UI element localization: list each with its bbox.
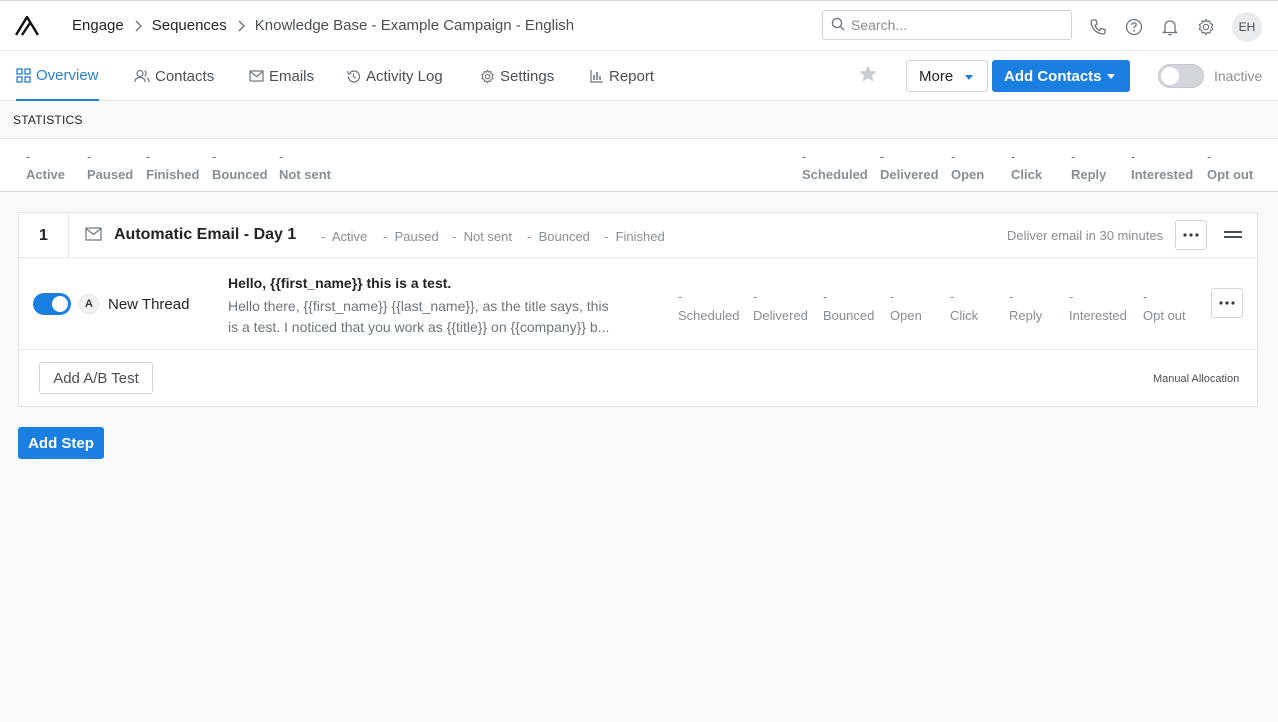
variant-stat-delivered: - Delivered xyxy=(753,289,808,323)
users-icon xyxy=(134,69,150,83)
sequence-step-card: 1 Automatic Email - Day 1 - Active - Pau… xyxy=(18,212,1258,407)
step-stat-finished: - Finished xyxy=(604,229,665,244)
breadcrumb: Engage Sequences Knowledge Base - Exampl… xyxy=(72,17,574,34)
breadcrumb-current: Knowledge Base - Example Campaign - Engl… xyxy=(254,17,575,34)
stat-interested: - Interested xyxy=(1131,149,1194,182)
tab-report[interactable]: Report xyxy=(590,51,654,101)
breadcrumb-engage[interactable]: Engage xyxy=(72,17,124,34)
variant-letter-badge: A xyxy=(79,294,99,314)
more-horizontal-icon xyxy=(1183,233,1199,237)
variant-stat-reply: - Reply xyxy=(1009,289,1043,323)
add-contacts-label: Add Contacts xyxy=(1004,67,1102,85)
statistics-summary: - Active - Paused - Finished - Bounced - Not … xyxy=(0,139,1278,192)
variant-stat-scheduled: - Scheduled xyxy=(678,289,740,323)
app-logo-icon[interactable] xyxy=(14,14,40,36)
delivery-schedule: Deliver email in 30 minutes xyxy=(1007,228,1164,243)
stat-delivered: - Delivered xyxy=(880,149,939,182)
tab-emails[interactable]: Emails xyxy=(249,51,314,101)
stat-finished: - Finished xyxy=(146,149,200,182)
add-contacts-button[interactable]: Add Contacts xyxy=(992,60,1130,92)
tab-label: Report xyxy=(609,67,655,85)
tab-label: Settings xyxy=(500,67,555,85)
variant-options-button[interactable] xyxy=(1211,288,1243,318)
chevron-right-icon xyxy=(134,20,142,32)
body-line: is a test. I noticed that you work as {{… xyxy=(228,319,610,335)
more-label: More xyxy=(919,67,954,85)
tab-overview[interactable]: Overview xyxy=(16,51,99,101)
tab-label: Overview xyxy=(36,66,99,84)
stat-active: - Active xyxy=(26,149,66,182)
variant-row: A New Thread Hello, {{first_name}} this … xyxy=(19,259,1257,350)
toggle-knob xyxy=(52,296,68,312)
sequence-active-toggle[interactable] xyxy=(1158,64,1204,88)
step-options-button[interactable] xyxy=(1175,220,1207,250)
tab-label: Emails xyxy=(269,67,315,85)
grid-icon xyxy=(16,67,31,83)
caret-down-icon xyxy=(965,75,973,80)
stat-opt-out: - Opt out xyxy=(1207,149,1254,182)
statistics-header: STATISTICS xyxy=(0,101,1278,139)
bar-chart-icon xyxy=(590,70,603,83)
step-number: 1 xyxy=(19,213,69,258)
tab-label: Activity Log xyxy=(366,67,443,85)
more-dropdown-button[interactable]: More xyxy=(906,60,988,92)
drag-handle-icon[interactable] xyxy=(1224,231,1242,239)
stat-scheduled: - Scheduled xyxy=(802,149,868,182)
step-title: Automatic Email - Day 1 xyxy=(114,226,297,243)
step-stat-not-sent: - Not sent xyxy=(452,229,512,244)
step-stat-active: - Active xyxy=(321,229,368,244)
stat-click: - Click xyxy=(1011,149,1043,182)
variant-stat-bounced: - Bounced xyxy=(823,289,875,323)
add-step-button[interactable]: Add Step xyxy=(18,427,104,459)
phone-icon[interactable] xyxy=(1088,17,1108,37)
mail-icon xyxy=(85,227,102,244)
thread-type: New Thread xyxy=(108,296,190,313)
step-stat-paused: - Paused xyxy=(383,229,439,244)
email-body-preview[interactable]: Hello there, {{first_name}} {{last_name}… xyxy=(228,296,648,338)
variant-stat-interested: - Interested xyxy=(1069,289,1127,323)
help-icon[interactable] xyxy=(1124,17,1144,37)
stat-open: - Open xyxy=(951,149,985,182)
variant-stat-open: - Open xyxy=(890,289,922,323)
caret-down-icon xyxy=(1107,74,1115,79)
status-label: Inactive xyxy=(1214,68,1263,84)
toggle-knob xyxy=(1161,67,1179,85)
step-header: 1 Automatic Email - Day 1 - Active - Pau… xyxy=(19,213,1257,258)
variant-stat-opt-out: - Opt out xyxy=(1143,289,1186,323)
stat-bounced: - Bounced xyxy=(212,149,268,182)
history-icon xyxy=(347,69,361,83)
stat-paused: - Paused xyxy=(87,149,134,182)
more-horizontal-icon xyxy=(1219,301,1235,305)
bell-icon[interactable] xyxy=(1160,17,1180,37)
allocation-mode[interactable]: Manual Allocation xyxy=(1153,373,1239,385)
body-line: Hello there, {{first_name}} {{last_name}… xyxy=(228,298,609,314)
mail-icon xyxy=(249,70,264,82)
tab-contacts[interactable]: Contacts xyxy=(134,51,214,101)
breadcrumb-sequences[interactable]: Sequences xyxy=(152,17,227,34)
tab-settings[interactable]: Settings xyxy=(480,51,554,101)
variant-enabled-toggle[interactable] xyxy=(33,293,71,315)
gear-icon xyxy=(481,68,494,84)
tab-activity-log[interactable]: Activity Log xyxy=(346,51,443,101)
statistics-title: STATISTICS xyxy=(13,113,83,127)
step-stat-bounced: - Bounced xyxy=(527,229,590,244)
user-avatar[interactable]: EH xyxy=(1232,12,1262,42)
chevron-right-icon xyxy=(237,20,245,32)
tab-label: Contacts xyxy=(155,67,215,85)
email-subject[interactable]: Hello, {{first_name}} this is a test. xyxy=(228,275,451,291)
stat-reply: - Reply xyxy=(1071,149,1107,182)
search-input[interactable] xyxy=(851,17,1051,33)
variant-stat-click: - Click xyxy=(950,289,979,323)
stat-not-sent: - Not sent xyxy=(279,149,331,182)
add-ab-test-button[interactable]: Add A/B Test xyxy=(39,362,153,394)
star-favorite-icon[interactable] xyxy=(858,64,878,87)
top-header: Engage Sequences Knowledge Base - Exampl… xyxy=(0,0,1278,51)
search-icon xyxy=(831,17,845,34)
gear-icon[interactable] xyxy=(1196,17,1216,37)
search-box[interactable] xyxy=(822,10,1072,40)
